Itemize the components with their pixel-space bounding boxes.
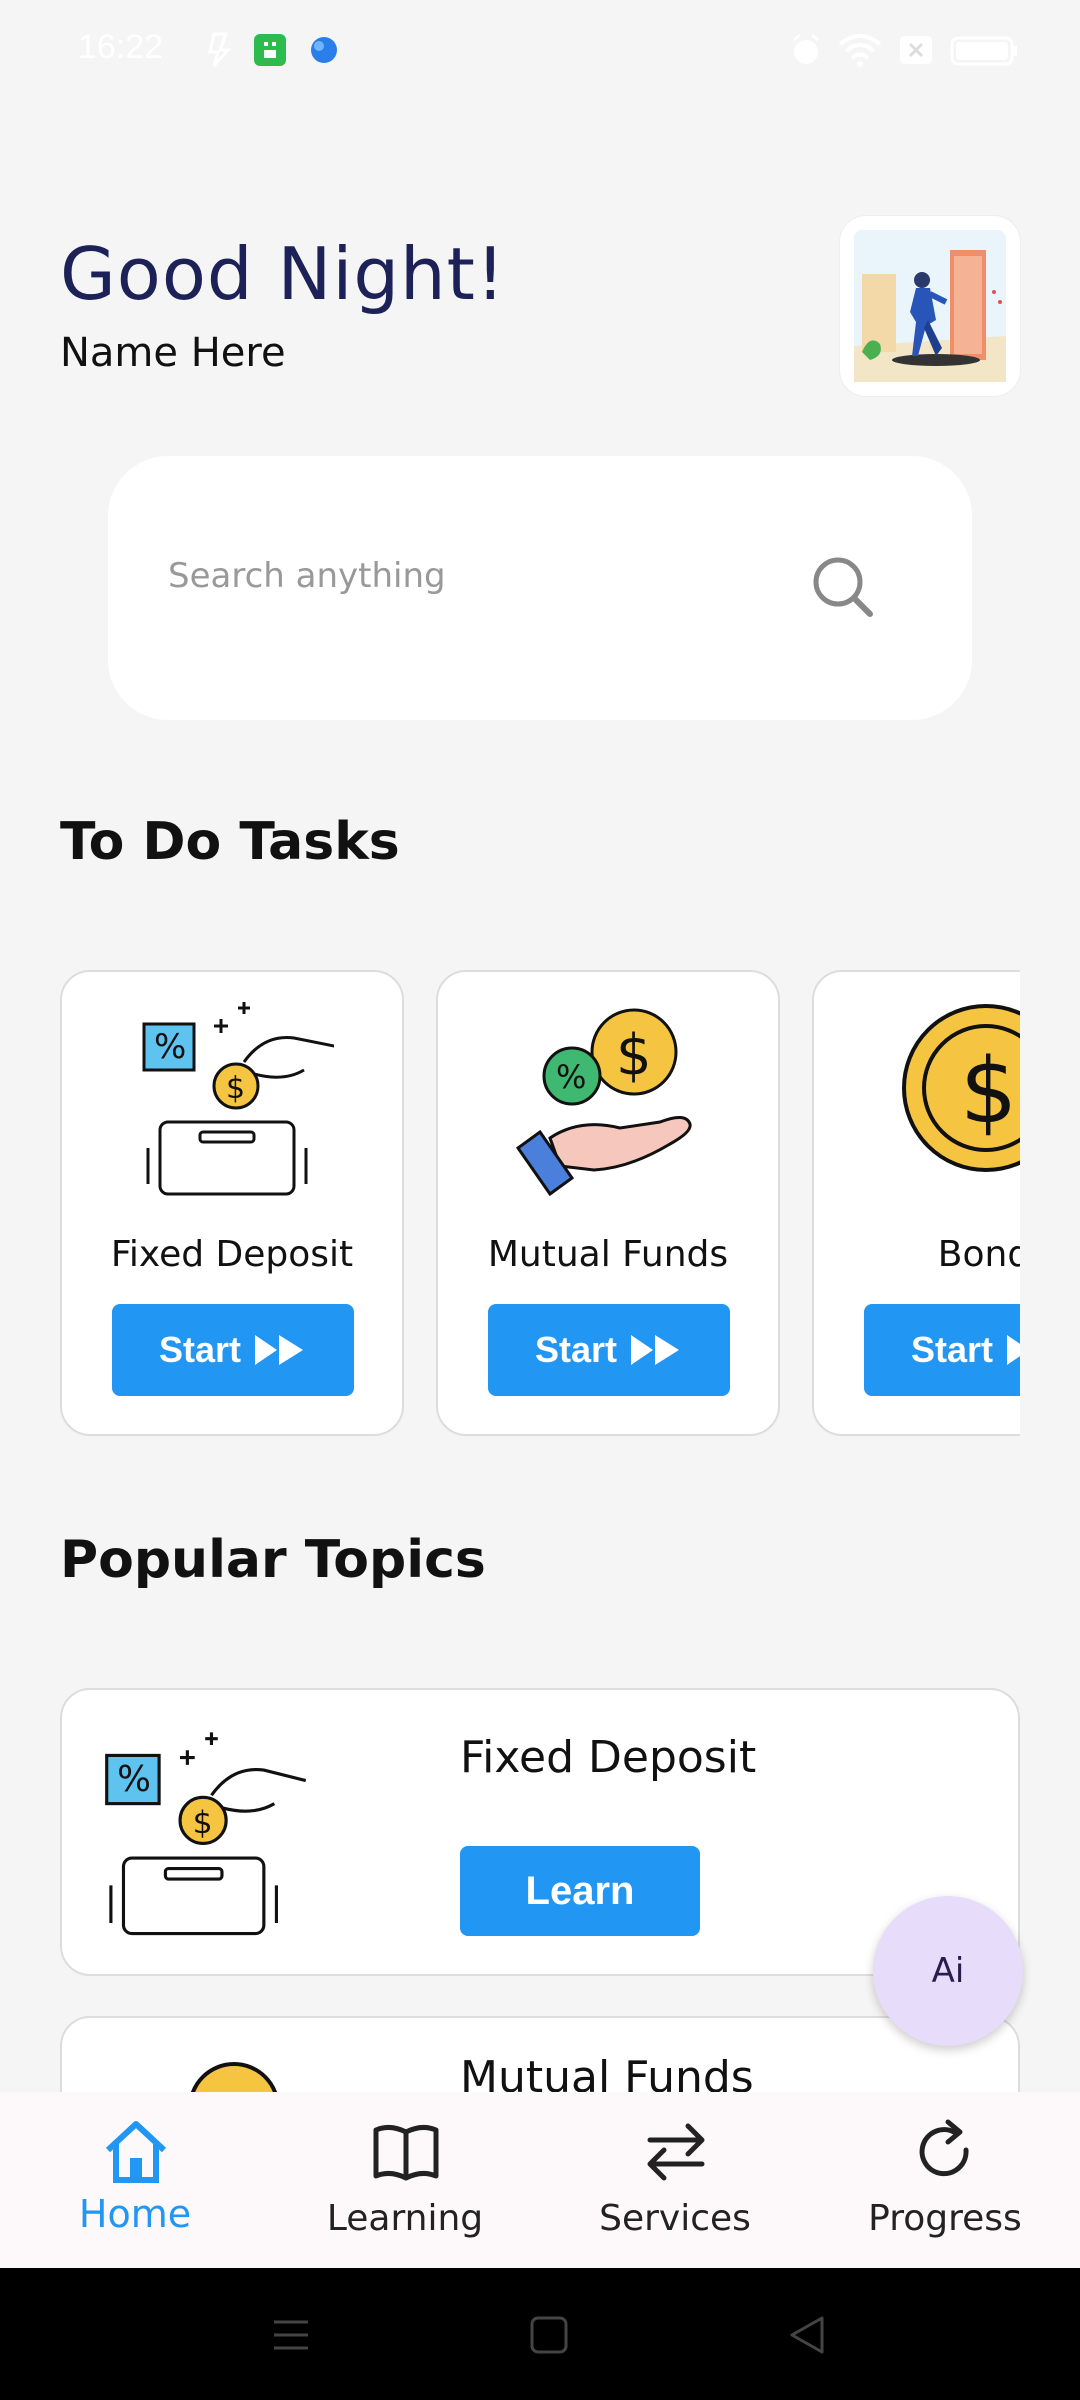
svg-text:$: $ — [193, 1805, 213, 1841]
search-input[interactable] — [168, 556, 768, 596]
greeting-title: Good Night! — [60, 232, 506, 316]
task-label: Bond — [937, 1234, 1020, 1275]
battery-icon — [950, 36, 1017, 66]
menu-icon[interactable] — [270, 2314, 312, 2356]
search-box[interactable] — [108, 456, 972, 720]
nav-label: Services — [599, 2198, 751, 2239]
user-name: Name Here — [60, 330, 286, 376]
svg-text:$: $ — [960, 1039, 1017, 1144]
task-label: Mutual Funds — [487, 1234, 729, 1275]
ai-assistant-button[interactable]: Ai — [873, 1896, 1023, 2046]
start-button-label: Start — [534, 1329, 618, 1370]
fixed-deposit-illustration: % $ — [142, 1002, 334, 1196]
learn-button[interactable]: Learn — [460, 1846, 700, 1936]
nav-item-learning[interactable]: Learning — [270, 2092, 540, 2268]
svg-text:%: % — [117, 1759, 151, 1800]
svg-text:%: % — [556, 1058, 586, 1096]
bottom-navigation: Home Learning Services Progress — [0, 2092, 1080, 2268]
start-button-label: Start — [910, 1329, 994, 1370]
status-time: 16:22 — [78, 28, 164, 66]
svg-text:$: $ — [226, 1071, 245, 1106]
alarm-icon — [793, 33, 819, 64]
fixed-deposit-illustration: % $ — [105, 1732, 306, 1936]
sim-icon — [900, 36, 932, 64]
svg-text:$: $ — [616, 1023, 652, 1088]
avatar-illustration — [854, 230, 1006, 382]
popular-section-title: Popular Topics — [60, 1530, 486, 1590]
mutual-funds-illustration: $ % — [515, 1008, 692, 1197]
fast-forward-icon — [1007, 1335, 1020, 1365]
nav-label: Progress — [868, 2198, 1022, 2239]
arrows-exchange-icon — [647, 2123, 705, 2181]
nav-item-services[interactable]: Services — [540, 2092, 810, 2268]
todo-section-title: To Do Tasks — [60, 812, 400, 872]
start-button[interactable]: Start — [864, 1304, 1020, 1396]
bonds-illustration: $ — [902, 1004, 1020, 1172]
task-card-fixed-deposit[interactable]: % $ Fixed Deposit Start — [60, 970, 404, 1436]
task-card-mutual-funds[interactable]: $ % Mutual Funds Start — [436, 970, 780, 1436]
nav-item-home[interactable]: Home — [0, 2092, 270, 2268]
nav-item-progress[interactable]: Progress — [810, 2092, 1080, 2268]
book-icon — [373, 2124, 439, 2181]
start-button-label: Start — [158, 1329, 242, 1370]
refresh-icon — [919, 2119, 969, 2177]
avatar[interactable] — [840, 216, 1020, 396]
home-square-icon[interactable] — [528, 2314, 570, 2356]
back-icon[interactable] — [786, 2314, 828, 2356]
fast-forward-icon — [631, 1335, 680, 1365]
start-button[interactable]: Start — [488, 1304, 730, 1396]
data-saver-icon — [208, 32, 232, 67]
svg-text:%: % — [154, 1027, 186, 1067]
topic-title: Fixed Deposit — [460, 1732, 757, 1783]
topic-card-fixed-deposit[interactable]: % $ Fixed Deposit Learn — [60, 1688, 1020, 1976]
start-button[interactable]: Start — [112, 1304, 354, 1396]
wifi-icon — [838, 34, 882, 67]
nav-label: Learning — [326, 2198, 484, 2239]
task-label: Fixed Deposit — [110, 1234, 354, 1275]
task-card-bonds[interactable]: $ Bond Start — [812, 970, 1020, 1436]
todo-carousel[interactable]: % $ Fixed Deposit Start $ % Mutual Funds — [60, 970, 1020, 1440]
system-navigation-bar — [0, 2268, 1080, 2400]
app-notification-icon — [254, 34, 286, 66]
status-bar: 16:22 — [0, 0, 1080, 100]
search-icon[interactable] — [808, 552, 878, 622]
nav-label: Home — [78, 2192, 192, 2236]
home-icon — [105, 2121, 167, 2183]
fast-forward-icon — [255, 1335, 304, 1365]
app-notification-icon — [311, 37, 337, 63]
